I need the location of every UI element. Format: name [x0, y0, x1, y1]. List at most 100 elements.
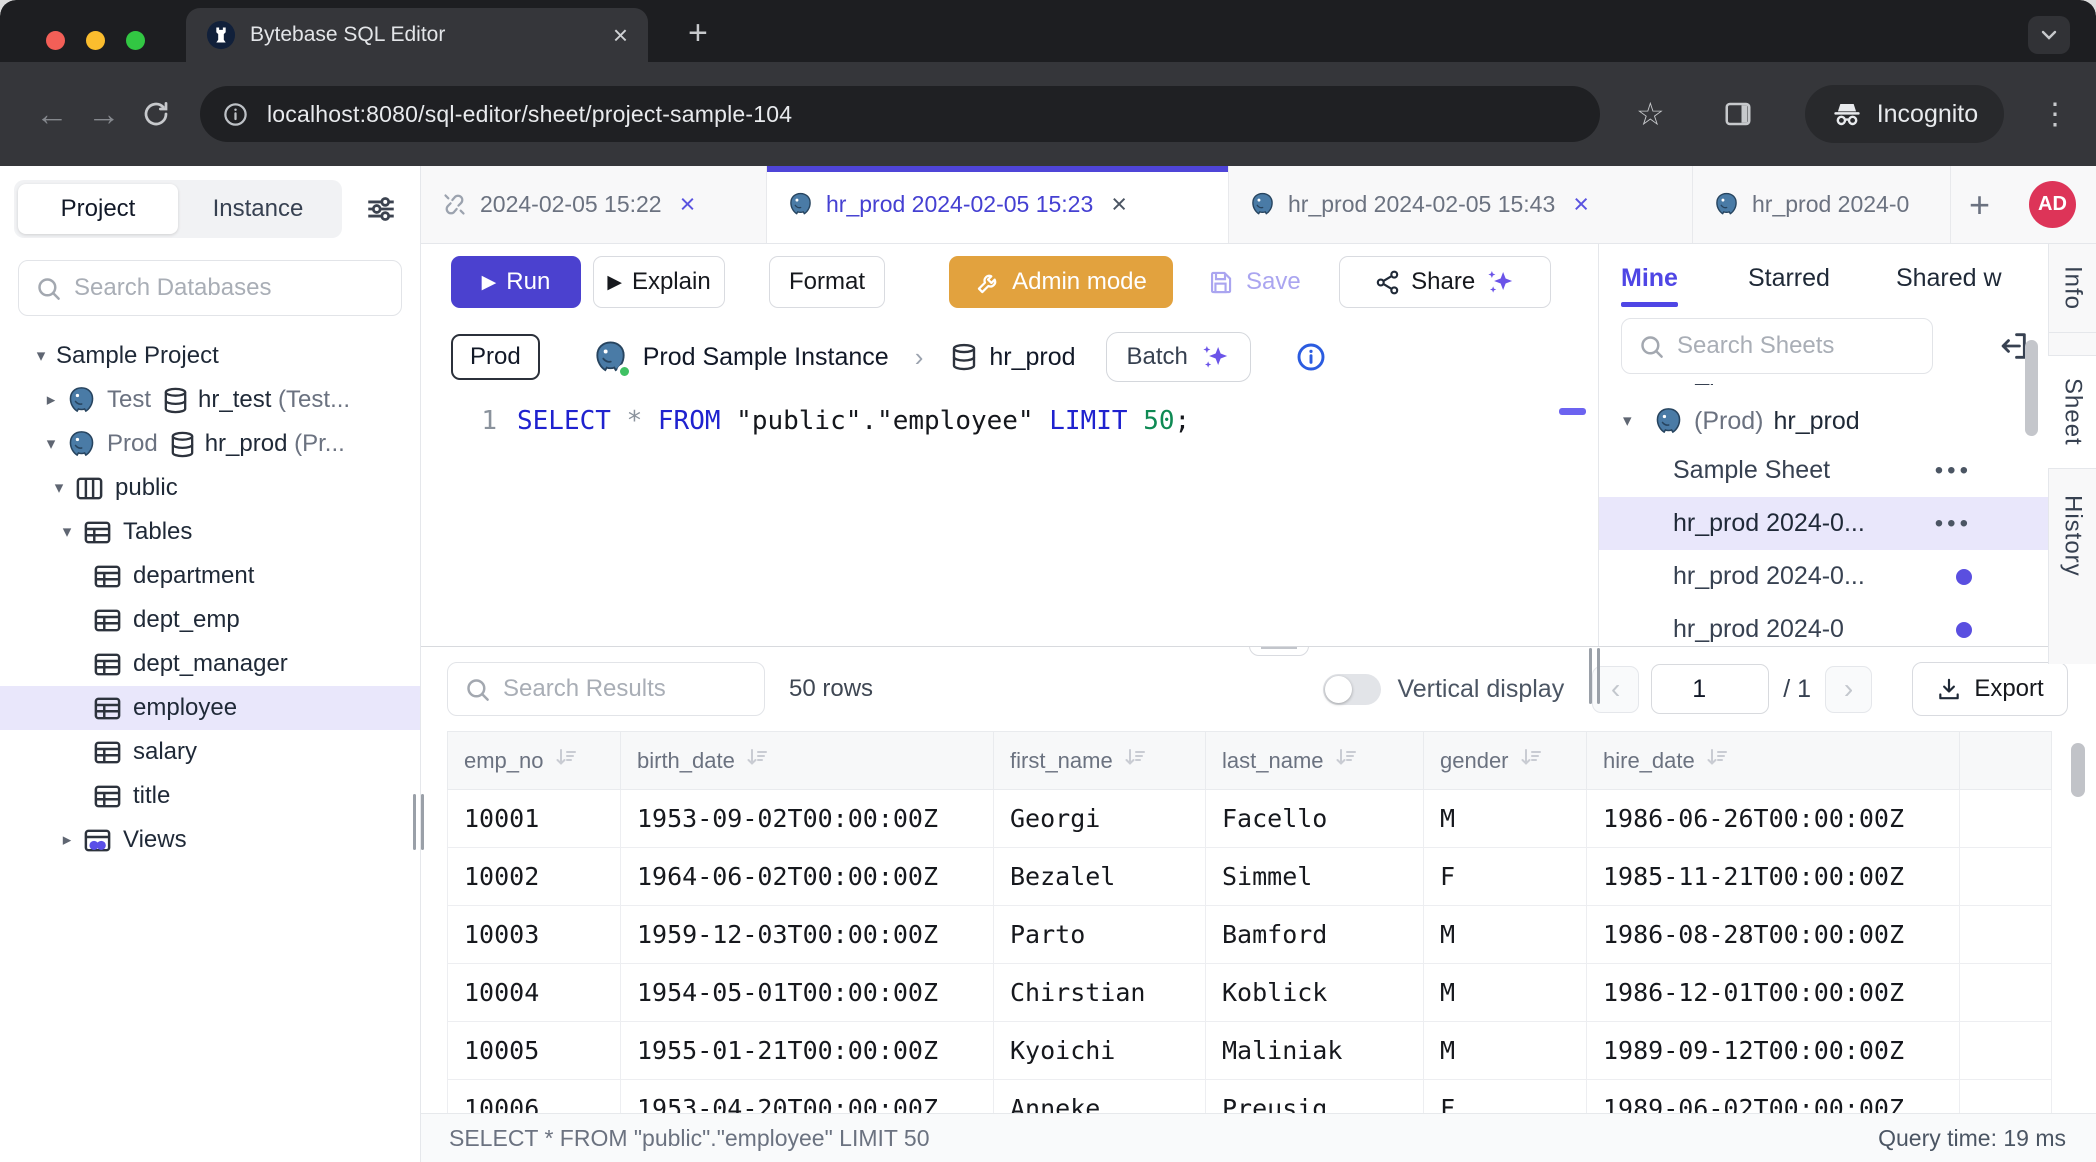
tree-item-department[interactable]: department: [0, 554, 420, 598]
sidebar-resize-handle[interactable]: [413, 794, 424, 850]
sort-icon[interactable]: [1519, 746, 1543, 776]
panel-resize-handle[interactable]: [1589, 648, 1600, 704]
cell[interactable]: Bezalel: [994, 848, 1206, 906]
column-header-emp_no[interactable]: emp_no: [448, 732, 621, 790]
tab-starred[interactable]: Starred: [1748, 264, 1830, 307]
search-databases-input[interactable]: [74, 274, 385, 302]
close-tab-icon[interactable]: ×: [1573, 191, 1589, 218]
cell[interactable]: 10003: [448, 906, 621, 964]
explain-button[interactable]: ▶ Explain: [593, 256, 725, 308]
editor-tab-1[interactable]: 2024-02-05 15:22×: [421, 166, 767, 243]
cell[interactable]: 10001: [448, 790, 621, 848]
batch-button[interactable]: Batch: [1106, 332, 1251, 382]
cell[interactable]: Georgi: [994, 790, 1206, 848]
tree-item-views[interactable]: ▸Views: [0, 818, 420, 862]
cell[interactable]: Parto: [994, 906, 1206, 964]
cell[interactable]: M: [1424, 906, 1587, 964]
tab-instance[interactable]: Instance: [178, 195, 338, 223]
share-button[interactable]: Share: [1339, 256, 1551, 308]
sheet-item-2[interactable]: hr_prod 2024-0...•••: [1599, 497, 2048, 550]
minimize-window-button[interactable]: [86, 31, 105, 50]
sheet-menu-icon[interactable]: •••: [1935, 510, 1972, 538]
instance-name[interactable]: Prod Sample Instance: [643, 343, 889, 372]
clipped-sheet-item[interactable]: hr_prod 2024-0...: [1599, 384, 2048, 398]
url-bar[interactable]: localhost:8080/sql-editor/sheet/project-…: [200, 86, 1600, 142]
cell[interactable]: 1959-12-03T00:00:00Z: [621, 906, 994, 964]
sort-icon[interactable]: [1123, 746, 1147, 776]
cell[interactable]: 1954-05-01T00:00:00Z: [621, 964, 994, 1022]
column-header-birth_date[interactable]: birth_date: [621, 732, 994, 790]
cell[interactable]: 1953-09-02T00:00:00Z: [621, 790, 994, 848]
tree-item-hr-test[interactable]: ▸Testhr_test (Test...: [0, 378, 420, 422]
vertical-display-toggle[interactable]: [1323, 674, 1381, 705]
tree-item-dept-manager[interactable]: dept_manager: [0, 642, 420, 686]
cell[interactable]: Maliniak: [1206, 1022, 1424, 1080]
cell[interactable]: 1989-06-02T00:00:00Z: [1587, 1080, 1960, 1114]
cell[interactable]: 10005: [448, 1022, 621, 1080]
side-panel-icon[interactable]: [1723, 99, 1753, 129]
tree-item-employee[interactable]: employee: [0, 686, 420, 730]
database-name[interactable]: hr_prod: [989, 343, 1075, 372]
sort-icon[interactable]: [554, 746, 578, 776]
cell[interactable]: Bamford: [1206, 906, 1424, 964]
editor-tab-4[interactable]: hr_prod 2024-0: [1693, 166, 1951, 243]
format-button[interactable]: Format: [769, 256, 885, 308]
info-icon[interactable]: [1295, 341, 1327, 373]
sql-statement[interactable]: SELECT * FROM "public"."employee" LIMIT …: [517, 406, 1190, 436]
forward-icon[interactable]: →: [78, 95, 130, 133]
back-icon[interactable]: ←: [26, 95, 78, 133]
tree-item-public[interactable]: ▾public: [0, 466, 420, 510]
bookmark-star-icon[interactable]: ☆: [1636, 95, 1665, 133]
cell[interactable]: Chirstian: [994, 964, 1206, 1022]
search-sheets-input[interactable]: [1677, 332, 1916, 360]
next-page-button[interactable]: ›: [1825, 666, 1872, 713]
column-header-last_name[interactable]: last_name: [1206, 732, 1424, 790]
tree-item-dept-emp[interactable]: dept_emp: [0, 598, 420, 642]
close-tab-icon[interactable]: ×: [1111, 191, 1127, 218]
tab-list-chevron-button[interactable]: [2028, 16, 2070, 54]
export-button[interactable]: Export: [1912, 662, 2068, 716]
cell[interactable]: F: [1424, 848, 1587, 906]
editor-tab-3[interactable]: hr_prod 2024-02-05 15:43×: [1229, 166, 1693, 243]
sort-icon[interactable]: [1705, 746, 1729, 776]
reload-icon[interactable]: [130, 99, 182, 129]
close-browser-tab-icon[interactable]: ×: [613, 22, 628, 48]
cell[interactable]: 1955-01-21T00:00:00Z: [621, 1022, 994, 1080]
page-number-input[interactable]: [1651, 664, 1769, 714]
maximize-window-button[interactable]: [126, 31, 145, 50]
browser-new-tab-button[interactable]: +: [688, 14, 708, 53]
results-resize-handle[interactable]: [1249, 646, 1309, 656]
browser-tab[interactable]: Bytebase SQL Editor ×: [186, 8, 648, 62]
cell[interactable]: 1953-04-20T00:00:00Z: [621, 1080, 994, 1114]
rail-tab-sheet[interactable]: Sheet: [2048, 355, 2096, 469]
sort-icon[interactable]: [1334, 746, 1358, 776]
close-window-button[interactable]: [46, 31, 65, 50]
rail-tab-info[interactable]: Info: [2049, 244, 2096, 333]
cell[interactable]: Koblick: [1206, 964, 1424, 1022]
run-button[interactable]: ▶ Run: [451, 256, 581, 308]
cell[interactable]: Facello: [1206, 790, 1424, 848]
tab-shared[interactable]: Shared w: [1896, 264, 2002, 307]
code-editor[interactable]: 1 SELECT * FROM "public"."employee" LIMI…: [421, 394, 1598, 436]
cell[interactable]: 1985-11-21T00:00:00Z: [1587, 848, 1960, 906]
cell[interactable]: M: [1424, 964, 1587, 1022]
rail-tab-history[interactable]: History: [2049, 473, 2096, 599]
editor-tab-2[interactable]: hr_prod 2024-02-05 15:23×: [767, 166, 1229, 243]
database-search[interactable]: [18, 260, 402, 316]
column-header-hire_date[interactable]: hire_date: [1587, 732, 1960, 790]
close-tab-icon[interactable]: ×: [680, 191, 696, 218]
tab-mine[interactable]: Mine: [1621, 264, 1678, 307]
cell[interactable]: 10006: [448, 1080, 621, 1114]
sheet-item-4[interactable]: hr_prod 2024-0: [1599, 603, 2048, 646]
cell[interactable]: 10004: [448, 964, 621, 1022]
results-search[interactable]: [447, 662, 765, 716]
sheet-search[interactable]: [1621, 318, 1933, 374]
cell[interactable]: Simmel: [1206, 848, 1424, 906]
cell[interactable]: M: [1424, 1022, 1587, 1080]
sheet-item-3[interactable]: hr_prod 2024-0...: [1599, 550, 2048, 603]
column-header-gender[interactable]: gender: [1424, 732, 1587, 790]
sheet-group[interactable]: ▾ (Prod) hr_prod: [1599, 398, 2048, 444]
tree-item-title[interactable]: title: [0, 774, 420, 818]
admin-mode-button[interactable]: Admin mode: [949, 256, 1173, 308]
cell[interactable]: Preusig: [1206, 1080, 1424, 1114]
